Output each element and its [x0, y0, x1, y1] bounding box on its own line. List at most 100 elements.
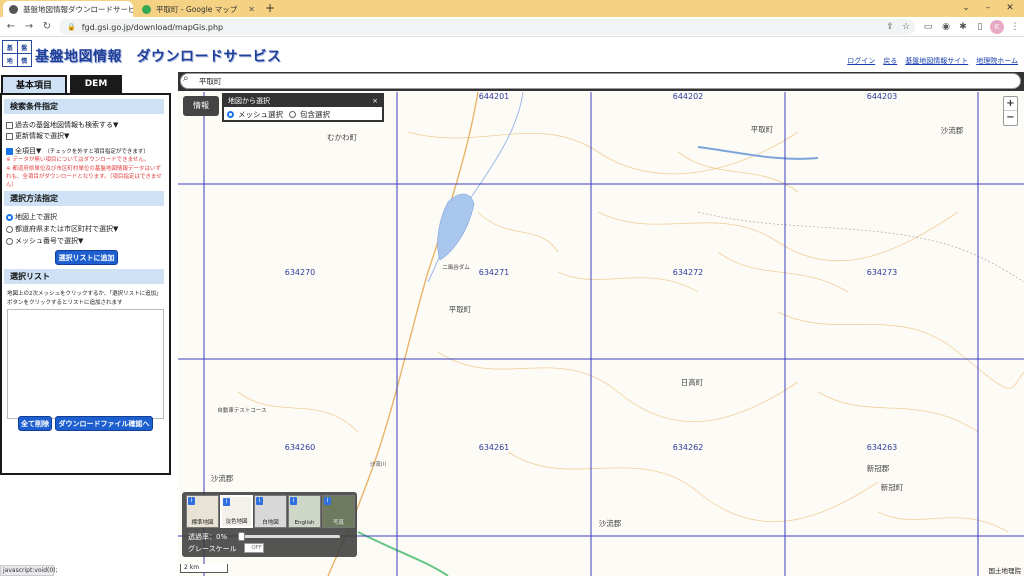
layer-standard[interactable]: i 標準地図	[186, 495, 219, 528]
checkbox[interactable]	[6, 132, 13, 140]
radio-selected[interactable]	[227, 111, 234, 118]
puzzle-icon[interactable]: ✱	[956, 20, 970, 34]
info-badge-icon[interactable]: i	[324, 497, 331, 505]
radio[interactable]	[6, 237, 13, 245]
logo-char: 盤	[17, 41, 31, 53]
all-items-option[interactable]: 全項目▼ （チェックを外すと項目指定ができます）	[6, 146, 149, 156]
info-badge-icon[interactable]: i	[223, 498, 230, 506]
layer-english[interactable]: i English	[288, 495, 321, 528]
mesh-label: 634260	[284, 443, 316, 452]
tab-gsi-download[interactable]: 基盤地図情報ダウンロードサービス ✕	[3, 1, 133, 17]
mesh-label: 644202	[672, 92, 704, 101]
radio[interactable]	[289, 111, 296, 118]
option-note: （チェックを外すと項目指定ができます）	[44, 149, 149, 155]
select-on-map-option[interactable]: 地図上で選択	[6, 212, 57, 222]
place-label: 二風谷ダム	[442, 265, 470, 271]
updated-info-option[interactable]: 更新情報で選択▼	[6, 131, 69, 141]
place-label: 新冠郡	[866, 464, 890, 473]
past-info-option[interactable]: 過去の基盤地図情報も検索する▼	[6, 120, 118, 130]
bookmark-star-icon[interactable]: ☆	[899, 20, 913, 34]
grayscale-label: グレースケール	[188, 545, 237, 553]
layer-label: English	[294, 520, 315, 526]
chevron-down-icon[interactable]: ⌄	[955, 1, 977, 15]
close-tab-icon[interactable]: ✕	[242, 5, 255, 14]
minimize-button[interactable]: –	[977, 1, 999, 15]
add-to-list-button[interactable]: 選択リストに追加	[55, 250, 118, 265]
note-no-data: ※ データが無い項目についてはダウンロードできません。	[6, 157, 150, 163]
expressway	[357, 531, 449, 576]
tab-google-maps[interactable]: 平取町 - Google マップ ✕	[136, 1, 261, 17]
info-button[interactable]: 情報	[183, 96, 219, 116]
layer-pale[interactable]: i 淡色地図	[220, 495, 253, 528]
layer-photo[interactable]: i 写真	[322, 495, 355, 528]
kiban-site-link[interactable]: 基盤地図情報サイト	[905, 56, 968, 66]
search-icon[interactable]: ⌕	[183, 73, 189, 84]
selection-list[interactable]	[7, 309, 164, 419]
zoom-in-button[interactable]: +	[1004, 97, 1017, 111]
map-select-popup: 地図から選択 × メッシュ選択 包含選択	[222, 93, 384, 122]
forward-arrow-icon[interactable]: →	[22, 20, 36, 34]
reservoir	[697, 146, 819, 160]
select-pref-option[interactable]: 都道府県または市区町村で選択▼	[6, 224, 118, 234]
address-bar[interactable]: 🔒 fgd.gsi.go.jp/download/mapGis.php	[59, 19, 915, 35]
layer-label: 標準地図	[191, 520, 214, 526]
reload-icon[interactable]: ↻	[40, 20, 54, 34]
opacity-slider-handle[interactable]	[238, 532, 245, 541]
tab-basic-items[interactable]: 基本項目	[1, 75, 67, 94]
tab-title: 平取町 - Google マップ	[156, 4, 238, 14]
back-link[interactable]: 戻る	[883, 56, 897, 66]
header-links: ログイン 戻る 基盤地図情報サイト 地理院ホーム	[847, 56, 1018, 66]
mesh-label: 634270	[284, 268, 316, 277]
select-method-heading: 選択方法指定	[4, 191, 164, 206]
checkbox[interactable]	[6, 121, 13, 129]
back-arrow-icon[interactable]: ←	[4, 20, 18, 34]
opacity-slider[interactable]	[238, 532, 340, 541]
contain-select-label[interactable]: 包含選択	[300, 109, 330, 120]
zoom-out-button[interactable]: −	[1004, 111, 1017, 125]
place-label: 沙流川	[369, 462, 387, 468]
tab-title: 基盤地図情報ダウンロードサービス	[23, 4, 133, 14]
place-label: 日高町	[680, 378, 704, 387]
contour-lines	[237, 131, 1024, 533]
layer-blank[interactable]: i 白地図	[254, 495, 287, 528]
close-window-button[interactable]: ✕	[999, 1, 1021, 15]
info-badge-icon[interactable]: i	[188, 497, 195, 505]
checkbox-checked[interactable]	[6, 147, 13, 155]
menu-kebab-icon[interactable]: ⋮	[1008, 20, 1022, 34]
tab-dem[interactable]: DEM	[70, 75, 122, 94]
profile-avatar[interactable]: K	[990, 20, 1004, 34]
place-label: 平取町	[448, 305, 472, 314]
close-icon[interactable]: ×	[372, 95, 378, 107]
radio[interactable]	[6, 225, 13, 233]
map-search-bar: 平取町 ⌕	[178, 72, 1024, 91]
map-search-input[interactable]: 平取町	[180, 73, 1021, 89]
layer-label: 白地図	[262, 520, 279, 526]
grayscale-toggle[interactable]: OFF	[244, 543, 264, 553]
logo-char: 情	[17, 54, 31, 66]
radio-selected[interactable]	[6, 213, 13, 221]
gsi-home-link[interactable]: 地理院ホーム	[976, 56, 1018, 66]
login-link[interactable]: ログイン	[847, 56, 875, 66]
delete-all-button[interactable]: 全て削除	[18, 416, 52, 431]
extension-icon[interactable]: ◉	[939, 20, 953, 34]
info-badge-icon[interactable]: i	[290, 497, 297, 505]
url-text: fgd.gsi.go.jp/download/mapGis.php	[81, 22, 224, 32]
select-mesh-option[interactable]: メッシュ番号で選択▼	[6, 236, 83, 246]
layer-label: 写真	[332, 520, 344, 526]
option-label: 都道府県または市区町村で選択▼	[15, 225, 119, 233]
site-title: 基盤地図情報 ダウンロードサービス	[35, 49, 282, 65]
share-icon[interactable]: ⇪	[883, 20, 897, 34]
browser-tab-strip: 基盤地図情報ダウンロードサービス ✕ 平取町 - Google マップ ✕ + …	[0, 0, 1024, 17]
popup-title: 地図から選択	[228, 97, 270, 105]
logo-char: 基	[3, 41, 17, 53]
info-badge-icon[interactable]: i	[256, 497, 263, 505]
maps-pin-icon	[142, 4, 151, 14]
mesh-select-label[interactable]: メッシュ選択	[238, 109, 283, 120]
popup-options: メッシュ選択 包含選択	[224, 107, 382, 122]
mesh-label: 644201	[478, 92, 510, 101]
globe-icon	[9, 4, 18, 14]
download-confirm-button[interactable]: ダウンロードファイル確認へ	[55, 416, 153, 431]
cast-icon[interactable]: ▭	[921, 20, 935, 34]
sidepanel-icon[interactable]: ▯	[973, 20, 987, 34]
new-tab-button[interactable]: +	[265, 1, 275, 15]
